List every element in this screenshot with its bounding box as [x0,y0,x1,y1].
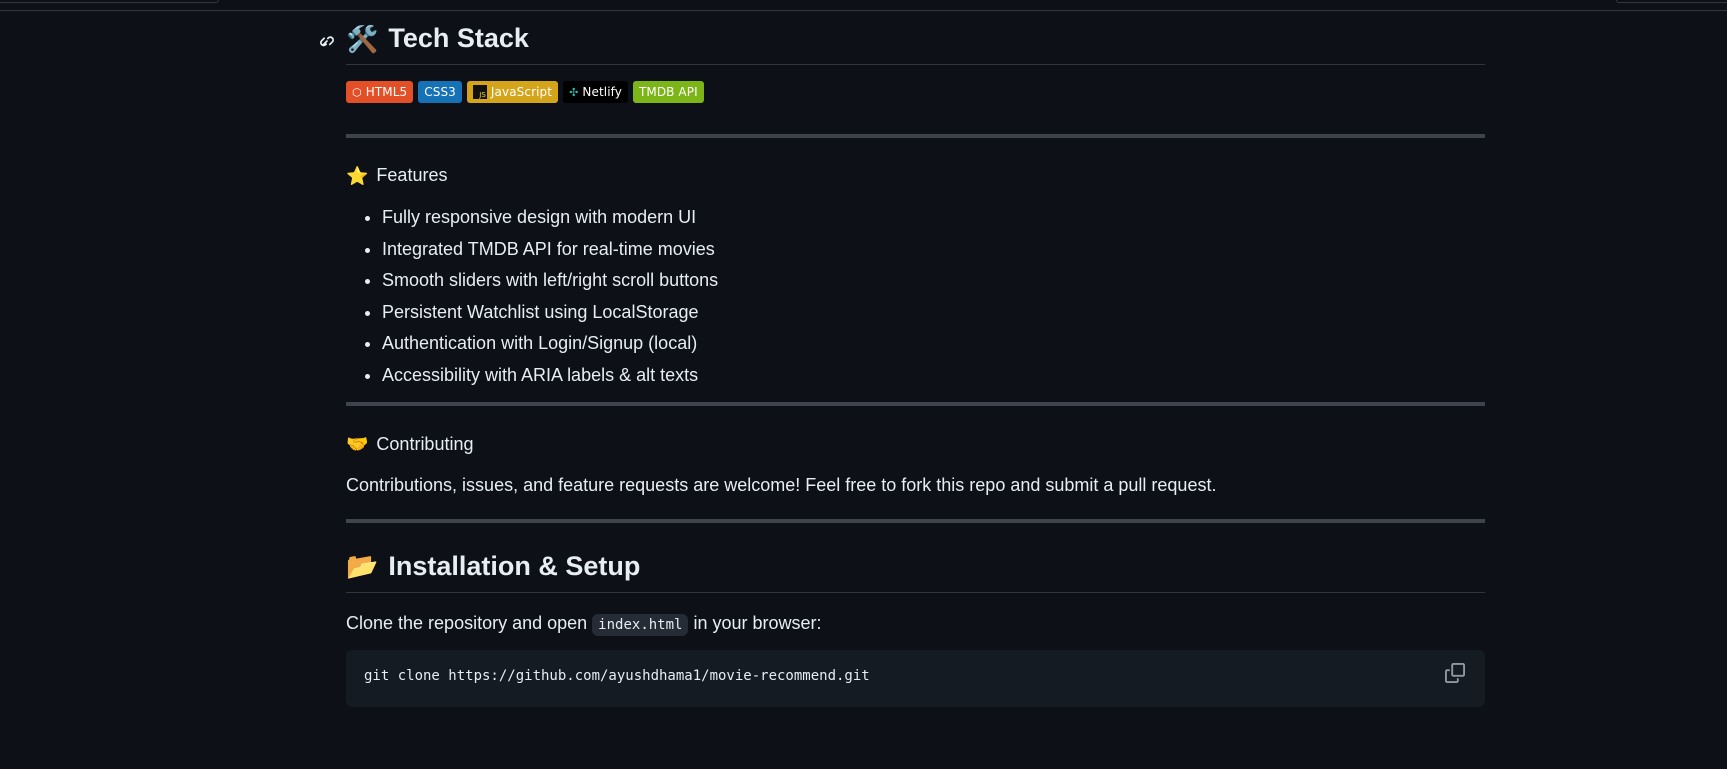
badge-netlify[interactable]: ✣ Netlify [563,81,628,103]
readme-content: 🛠️ Tech Stack ⬡ HTML5 CSS3 JS JavaScript… [319,11,1485,707]
code-block: git clone https://github.com/ayushdhama1… [346,649,1485,707]
badge-label: CSS3 [424,85,456,99]
installation-heading: 📂 Installation & Setup [346,539,1485,593]
inline-code: index.html [592,613,689,636]
badge-tmdb-api[interactable]: TMDB API [632,81,704,103]
list-item: Authentication with Login/Signup (local) [382,332,1485,354]
handshake-emoji: 🤝 [346,434,369,454]
intro-text-end: in your browser: [688,612,822,633]
contributing-label: Contributing [376,433,474,454]
netlify-icon: ✣ [569,85,579,99]
badge-css3[interactable]: CSS3 [418,81,462,103]
star-emoji: ⭐ [346,165,369,186]
list-item: Accessibility with ARIA labels & alt tex… [382,364,1485,386]
tools-emoji: 🛠️ [346,23,379,54]
link-icon[interactable] [316,28,336,48]
list-item: Fully responsive design with modern UI [382,206,1485,228]
javascript-icon: JS [472,85,487,99]
badge-label: TMDB API [638,85,698,99]
features-list: Fully responsive design with modern UI I… [346,206,1485,386]
list-item: Persistent Watchlist using LocalStorage [382,301,1485,323]
badge-label: JavaScript [490,85,553,99]
features-title: ⭐ Features [346,165,1485,186]
tech-badges: ⬡ HTML5 CSS3 JS JavaScript ✣ Netlify TMD… [346,81,1485,103]
list-item: Integrated TMDB API for real-time movies [382,238,1485,260]
badge-label: HTML5 [365,85,408,99]
contributing-text: Contributions, issues, and feature reque… [346,474,1217,495]
top-bar [0,0,1727,11]
installation-intro: Clone the repository and open index.html… [346,612,1485,636]
features-label: Features [376,165,448,185]
divider [346,401,1485,406]
divider [346,518,1485,523]
top-left-tab[interactable] [0,0,219,3]
contributing-title: 🤝 Contributing [346,434,1485,455]
list-item: Smooth sliders with left/right scroll bu… [382,269,1485,291]
installation-title: Installation & Setup [388,550,641,581]
divider [346,134,1485,138]
intro-text: Clone the repository and open [346,612,593,633]
top-right-tab[interactable] [1616,0,1727,3]
tech-stack-title: Tech Stack [388,23,529,53]
badge-javascript[interactable]: JS JavaScript [466,81,559,103]
folder-emoji: 📂 [346,551,379,581]
badge-html5[interactable]: ⬡ HTML5 [346,81,414,103]
html5-icon: ⬡ [352,85,362,99]
badge-label: Netlify [582,85,622,99]
tech-stack-heading: 🛠️ Tech Stack [319,11,1485,65]
git-clone-command[interactable]: git clone https://github.com/ayushdhama1… [364,668,1467,684]
copy-icon[interactable] [1445,662,1467,685]
